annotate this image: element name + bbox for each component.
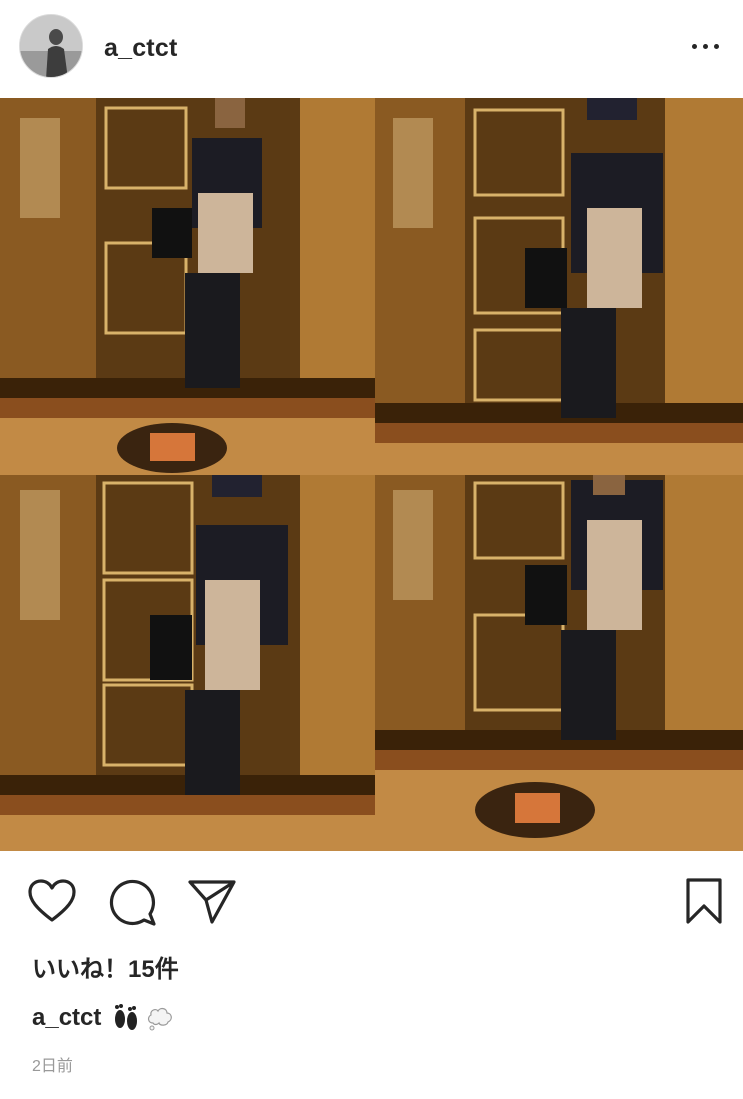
photo-tile (0, 98, 375, 475)
thought-balloon-icon (145, 1003, 175, 1033)
likes-count[interactable]: いいね！15件 (32, 949, 179, 984)
post-photo[interactable] (0, 98, 743, 851)
heart-icon[interactable] (26, 876, 78, 928)
post-actions (0, 851, 743, 951)
photo-tile (0, 475, 375, 851)
photo-tile (375, 475, 743, 851)
bookmark-icon[interactable] (678, 876, 730, 928)
post-caption: a_ctct (32, 1003, 179, 1033)
footprints-icon (111, 1003, 141, 1033)
paper-plane-icon[interactable] (186, 876, 238, 928)
comment-icon[interactable] (106, 876, 158, 928)
photo-tile (375, 98, 743, 475)
more-options-icon[interactable] (691, 32, 721, 60)
post-header: a_ctct (0, 0, 743, 98)
post-timestamp: 2日前 (32, 1058, 73, 1075)
caption-username[interactable]: a_ctct (32, 1004, 101, 1032)
post-username[interactable]: a_ctct (104, 34, 177, 63)
avatar[interactable] (19, 14, 83, 78)
